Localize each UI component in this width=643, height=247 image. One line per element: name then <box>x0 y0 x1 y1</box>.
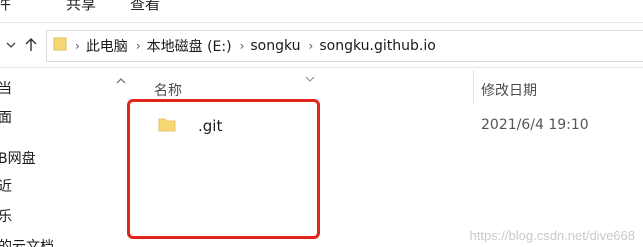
nav-item[interactable]: 近 <box>0 176 12 196</box>
column-divider[interactable] <box>473 70 474 104</box>
navigation-pane: 当 面 B网盘 近 乐 的云文档 <box>0 68 108 247</box>
ribbon-tab-file[interactable]: 件 <box>0 0 11 14</box>
navigation-bar: › 此电脑 › 本地磁盘 (E:) › songku › songku.gith… <box>0 23 643 68</box>
nav-item[interactable]: 面 <box>0 107 12 127</box>
sort-caret-icon <box>304 68 316 87</box>
nav-item[interactable]: 当 <box>0 78 12 98</box>
breadcrumb-songku[interactable]: songku <box>250 38 300 54</box>
breadcrumb-this-pc[interactable]: 此电脑 <box>86 36 128 56</box>
column-header-date-modified[interactable]: 修改日期 <box>481 80 537 100</box>
ribbon-tabs: 件 共享 查看 <box>0 0 643 23</box>
scroll-up-arrow-icon[interactable] <box>114 74 128 88</box>
watermark: https://blog.csdn.net/dive668 <box>469 228 635 243</box>
breadcrumb-chevron-icon[interactable]: › <box>75 39 80 53</box>
breadcrumb-songku-github-io[interactable]: songku.github.io <box>319 38 435 54</box>
nav-item[interactable]: B网盘 <box>0 148 36 168</box>
annotation-highlight-box <box>127 99 320 239</box>
address-bar[interactable]: › 此电脑 › 本地磁盘 (E:) › songku › songku.gith… <box>46 30 643 62</box>
breadcrumb-chevron-icon[interactable]: › <box>240 39 245 53</box>
file-date-modified: 2021/6/4 19:10 <box>481 117 589 133</box>
nav-item[interactable]: 乐 <box>0 206 12 226</box>
ribbon-tab-share[interactable]: 共享 <box>66 0 96 14</box>
column-header-name[interactable]: 名称 <box>154 80 182 100</box>
breadcrumb-chevron-icon[interactable]: › <box>136 39 141 53</box>
nav-item[interactable]: 的云文档 <box>0 236 54 247</box>
ribbon-tab-view[interactable]: 查看 <box>130 0 160 14</box>
folder-icon <box>53 36 67 56</box>
up-arrow-icon[interactable] <box>18 31 44 59</box>
breadcrumb-drive-e[interactable]: 本地磁盘 (E:) <box>147 36 232 56</box>
breadcrumb-chevron-icon[interactable]: › <box>309 39 314 53</box>
